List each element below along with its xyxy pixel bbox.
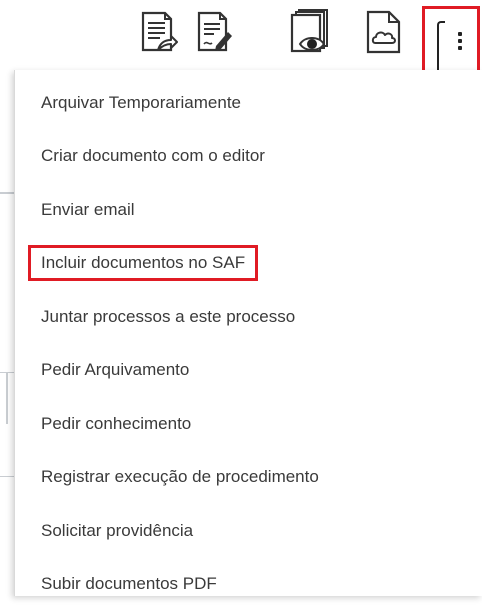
document-cloud-icon [363, 9, 405, 55]
document-share-icon [138, 10, 178, 54]
document-edit-icon [194, 10, 234, 54]
document-edit-button[interactable] [190, 6, 238, 58]
background-divider [6, 372, 8, 424]
menu-item-criar-documento-editor[interactable]: Criar documento com o editor [15, 130, 482, 184]
menu-item-label: Solicitar providência [41, 521, 193, 541]
menu-item-label: Pedir conhecimento [41, 414, 191, 434]
document-share-button[interactable] [134, 6, 182, 58]
menu-item-label: Subir documentos PDF [41, 574, 217, 594]
menu-item-label: Registrar execução de procedimento [41, 467, 319, 487]
more-vertical-icon [458, 32, 463, 53]
menu-item-label: Criar documento com o editor [41, 146, 265, 166]
background-divider [0, 192, 14, 194]
menu-item-juntar-processos[interactable]: Juntar processos a este processo [15, 290, 482, 344]
more-options-button[interactable] [422, 6, 480, 80]
menu-item-label: Juntar processos a este processo [41, 307, 295, 327]
menu-item-subir-documentos-pdf[interactable]: Subir documentos PDF [15, 558, 482, 611]
menu-item-label: Arquivar Temporariamente [41, 93, 241, 113]
menu-item-incluir-documentos-saf[interactable]: Incluir documentos no SAF [15, 237, 482, 291]
document-view-button[interactable] [286, 6, 334, 58]
menu-item-pedir-arquivamento[interactable]: Pedir Arquivamento [15, 344, 482, 398]
document-toolbar [0, 0, 482, 64]
menu-item-solicitar-providencia[interactable]: Solicitar providência [15, 504, 482, 558]
menu-item-label: Incluir documentos no SAF [31, 248, 255, 278]
document-cloud-button[interactable] [360, 6, 408, 58]
menu-item-enviar-email[interactable]: Enviar email [15, 183, 482, 237]
menu-item-pedir-conhecimento[interactable]: Pedir conhecimento [15, 397, 482, 451]
menu-item-arquivar-temporariamente[interactable]: Arquivar Temporariamente [15, 76, 482, 130]
menu-item-label: Pedir Arquivamento [41, 360, 189, 380]
menu-item-registrar-execucao[interactable]: Registrar execução de procedimento [15, 451, 482, 505]
actions-dropdown-menu: Arquivar Temporariamente Criar documento… [14, 70, 482, 596]
menu-item-label: Enviar email [41, 200, 135, 220]
button-frame [437, 21, 445, 77]
background-divider [0, 476, 14, 477]
document-view-icon [286, 8, 334, 56]
